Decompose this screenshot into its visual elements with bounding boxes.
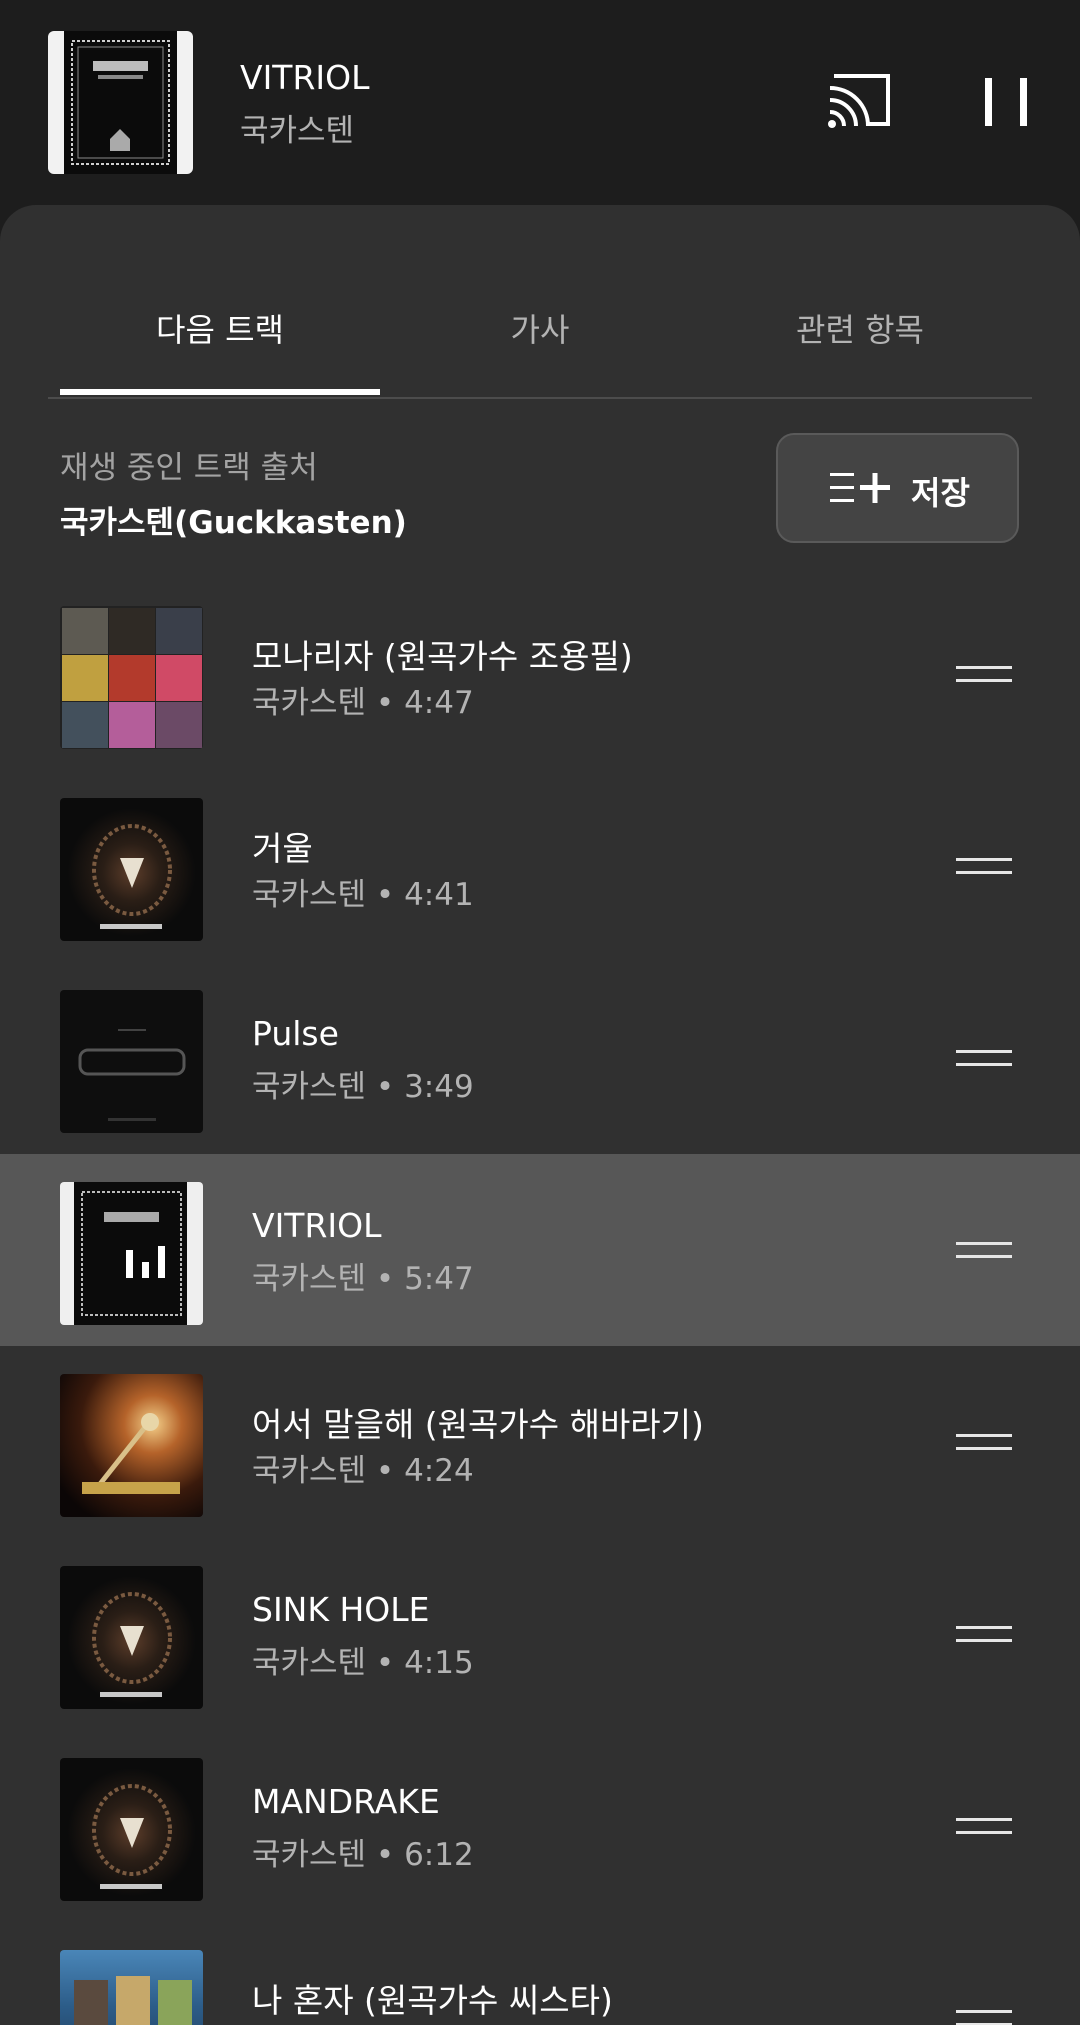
save-button-label: 저장	[911, 474, 970, 512]
track-subtitle: 국카스텐 • 6:12	[252, 1837, 474, 1873]
tab-lyrics[interactable]: 가사	[380, 305, 700, 351]
track-thumbnail	[60, 990, 203, 1133]
track-subtitle: 국카스텐 • 3:49	[252, 1069, 474, 1105]
drag-handle-icon[interactable]	[956, 1238, 1012, 1262]
cast-icon[interactable]	[826, 72, 894, 130]
queue-item[interactable]: SINK HOLE 국카스텐 • 4:15	[0, 1538, 1080, 1730]
tab-indicator	[60, 389, 380, 395]
drag-handle-icon[interactable]	[956, 1430, 1012, 1454]
playing-from-name[interactable]: 국카스텐(Guckkasten)	[60, 497, 407, 542]
track-thumbnail	[60, 1950, 203, 2025]
mini-player-artist[interactable]: 국카스텐	[240, 105, 354, 150]
track-thumbnail	[60, 1758, 203, 1901]
drag-handle-icon[interactable]	[956, 1814, 1012, 1838]
track-title: 모나리자 (원곡가수 조용필)	[252, 637, 633, 676]
mini-player-album-art	[48, 31, 193, 174]
track-title: MANDRAKE	[252, 1782, 440, 1821]
queue-item[interactable]: 모나리자 (원곡가수 조용필) 국카스텐 • 4:47	[0, 578, 1080, 770]
tab-bar: 다음 트랙 가사 관련 항목	[48, 205, 1032, 399]
track-subtitle: 국카스텐 • 4:24	[252, 1453, 474, 1489]
track-title: 나 혼자 (원곡가수 씨스타)	[252, 1981, 613, 2020]
track-thumbnail	[60, 1566, 203, 1709]
track-subtitle: 국카스텐 • 5:47	[252, 1261, 474, 1297]
queue-item[interactable]: 나 혼자 (원곡가수 씨스타)	[0, 1922, 1080, 2025]
drag-handle-icon[interactable]	[956, 2006, 1012, 2025]
playlist-add-icon	[830, 473, 890, 503]
track-thumbnail	[60, 798, 203, 941]
track-thumbnail	[60, 1374, 203, 1517]
track-subtitle: 국카스텐 • 4:15	[252, 1645, 474, 1681]
queue-item[interactable]: MANDRAKE 국카스텐 • 6:12	[0, 1730, 1080, 1922]
track-thumbnail	[60, 606, 203, 749]
track-subtitle: 국카스텐 • 4:47	[252, 685, 474, 721]
track-title: SINK HOLE	[252, 1590, 430, 1629]
track-title: Pulse	[252, 1014, 339, 1053]
pause-icon[interactable]	[985, 78, 1027, 126]
queue-item[interactable]: 거울 국카스텐 • 4:41	[0, 770, 1080, 962]
queue-item[interactable]: 어서 말을해 (원곡가수 해바라기) 국카스텐 • 4:24	[0, 1346, 1080, 1538]
playing-from-label: 재생 중인 트랙 출처	[60, 450, 318, 486]
track-title: 어서 말을해 (원곡가수 해바라기)	[252, 1405, 704, 1444]
drag-handle-icon[interactable]	[956, 1046, 1012, 1070]
tab-up-next[interactable]: 다음 트랙	[60, 305, 380, 351]
track-subtitle: 국카스텐 • 4:41	[252, 877, 474, 913]
drag-handle-icon[interactable]	[956, 662, 1012, 686]
drag-handle-icon[interactable]	[956, 854, 1012, 878]
track-title: VITRIOL	[252, 1206, 382, 1245]
mini-player-title[interactable]: VITRIOL	[240, 58, 370, 97]
queue-item[interactable]: Pulse 국카스텐 • 3:49	[0, 962, 1080, 1154]
tab-related[interactable]: 관련 항목	[700, 305, 1020, 351]
queue-sheet: 다음 트랙 가사 관련 항목 재생 중인 트랙 출처 국카스텐(Guckkast…	[0, 205, 1080, 2025]
mini-player[interactable]: VITRIOL 국카스텐	[0, 0, 1080, 205]
save-button[interactable]: 저장	[776, 433, 1019, 543]
track-thumbnail	[60, 1182, 203, 1325]
track-title: 거울	[252, 829, 313, 868]
drag-handle-icon[interactable]	[956, 1622, 1012, 1646]
queue-item-now-playing[interactable]: VITRIOL 국카스텐 • 5:47	[0, 1154, 1080, 1346]
